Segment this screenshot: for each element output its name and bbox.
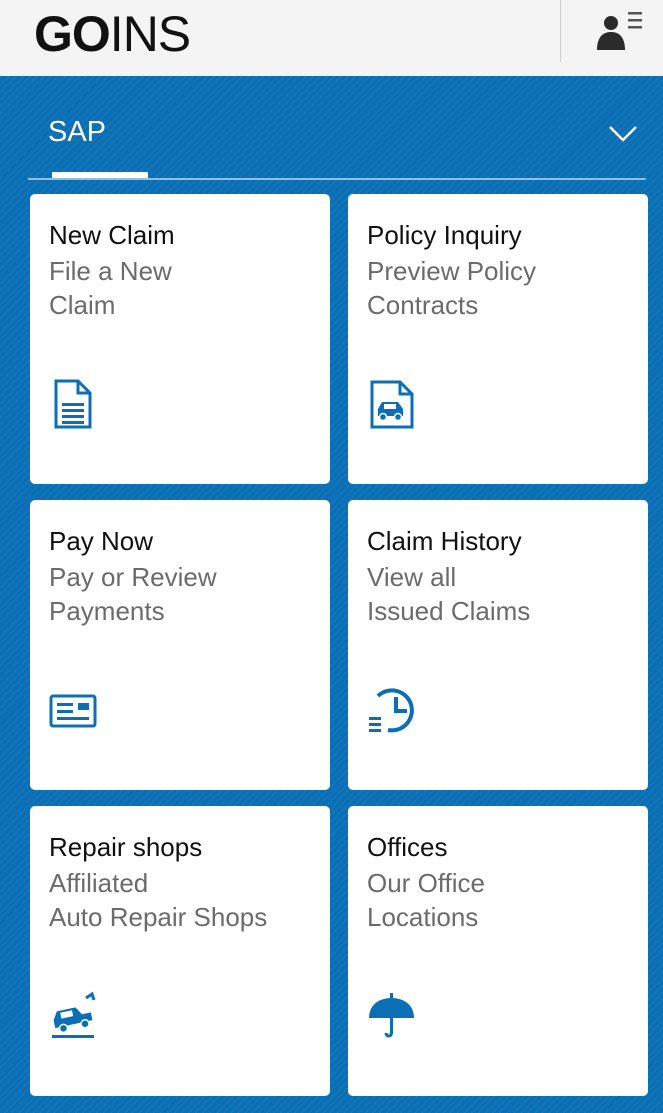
document-icon xyxy=(48,378,100,430)
tile-subtitle-line: Locations xyxy=(367,902,479,932)
launchpad-panel: SAP New Claim File a New Claim Policy In… xyxy=(0,76,663,1113)
tab-sap[interactable]: SAP xyxy=(48,112,106,152)
tile-subtitle: Our Office Locations xyxy=(367,866,637,934)
goins-logo[interactable]: GOINS xyxy=(34,4,191,64)
tile-title: Repair shops xyxy=(49,832,203,862)
tile-claim-history[interactable]: Claim History View all Issued Claims xyxy=(348,500,648,790)
tile-subtitle: Affiliated Auto Repair Shops xyxy=(49,866,319,934)
tile-title: New Claim xyxy=(49,220,175,250)
tow-truck-icon xyxy=(48,990,100,1042)
tile-subtitle-line: Our Office xyxy=(367,868,486,898)
tile-pay-now[interactable]: Pay Now Pay or Review Payments xyxy=(30,500,330,790)
tile-title: Policy Inquiry xyxy=(367,220,522,250)
app-header: GOINS xyxy=(0,0,663,76)
tile-title: Offices xyxy=(367,832,448,862)
car-document-icon xyxy=(366,378,418,430)
tile-subtitle-line: File a New xyxy=(49,256,172,286)
tabbar-divider xyxy=(28,178,646,180)
header-divider xyxy=(560,0,561,62)
user-menu-button[interactable] xyxy=(594,4,648,56)
expand-groups-button[interactable] xyxy=(606,116,640,150)
chevron-down-icon xyxy=(609,126,637,142)
history-clock-icon xyxy=(366,684,418,736)
tile-offices[interactable]: Offices Our Office Locations xyxy=(348,806,648,1096)
group-tabbar: SAP xyxy=(28,76,646,182)
payment-card-icon xyxy=(48,684,100,736)
tile-new-claim[interactable]: New Claim File a New Claim xyxy=(30,194,330,484)
tile-subtitle-line: Issued Claims xyxy=(367,596,531,626)
tile-subtitle: View all Issued Claims xyxy=(367,560,637,628)
tile-subtitle-line: Auto Repair Shops xyxy=(49,902,268,932)
tile-subtitle-line: Claim xyxy=(49,290,116,320)
tile-subtitle-line: View all xyxy=(367,562,457,592)
tile-subtitle-line: Payments xyxy=(49,596,165,626)
tile-title: Pay Now xyxy=(49,526,154,556)
tile-title: Claim History xyxy=(367,526,522,556)
tile-subtitle-line: Preview Policy xyxy=(367,256,537,286)
tile-subtitle: File a New Claim xyxy=(49,254,319,322)
tile-subtitle: Preview Policy Contracts xyxy=(367,254,637,322)
logo-bold-text: GO xyxy=(34,6,111,62)
tile-subtitle-line: Affiliated xyxy=(49,868,149,898)
tile-subtitle: Pay or Review Payments xyxy=(49,560,319,628)
tile-policy-inquiry[interactable]: Policy Inquiry Preview Policy Contracts xyxy=(348,194,648,484)
tile-subtitle-line: Pay or Review xyxy=(49,562,217,592)
logo-regular-text: INS xyxy=(109,6,191,62)
user-menu-icon xyxy=(597,12,642,50)
tile-repair-shops[interactable]: Repair shops Affiliated Auto Repair Shop… xyxy=(30,806,330,1096)
umbrella-icon xyxy=(366,990,418,1042)
tile-subtitle-line: Contracts xyxy=(367,290,479,320)
